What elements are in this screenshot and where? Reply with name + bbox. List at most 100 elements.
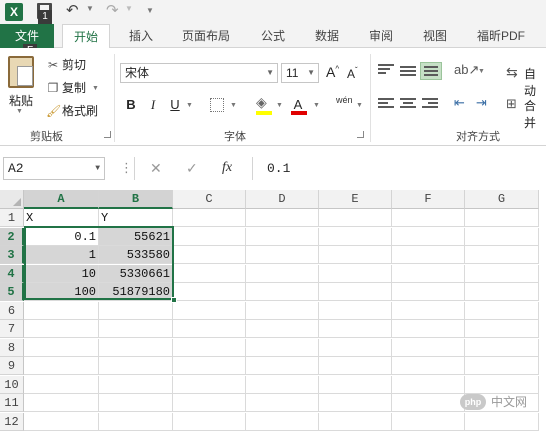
cell-g3[interactable] xyxy=(465,246,539,264)
cell-a2[interactable]: 0.1 xyxy=(24,227,99,246)
cell-c1[interactable] xyxy=(173,209,246,227)
phonetic-guide-button[interactable]: wén xyxy=(336,95,353,105)
paste-button-label[interactable]: 粘贴 xyxy=(9,92,33,109)
orientation-dropdown-icon[interactable]: ▼ xyxy=(478,68,485,75)
cell-c11[interactable] xyxy=(173,394,246,412)
cell-e9[interactable] xyxy=(319,357,392,375)
cell-b2[interactable]: 55621 xyxy=(99,227,173,246)
cell-g9[interactable] xyxy=(465,357,539,375)
cancel-icon[interactable]: ✕ xyxy=(150,158,162,178)
align-bottom-icon[interactable] xyxy=(420,62,442,80)
cell-b8[interactable] xyxy=(99,338,173,357)
cell-f10[interactable] xyxy=(392,375,465,394)
cell-c4[interactable] xyxy=(173,264,246,283)
cell-a7[interactable] xyxy=(24,320,99,338)
cell-a8[interactable] xyxy=(24,338,99,357)
row-header-1[interactable]: 1 xyxy=(0,209,24,227)
cell-f7[interactable] xyxy=(392,320,465,338)
row-header-7[interactable]: 7 xyxy=(0,320,24,338)
align-left-icon[interactable] xyxy=(378,98,394,110)
customize-qat-icon[interactable]: ▼ xyxy=(146,6,154,15)
font-name-combo[interactable]: 宋体 ▼ xyxy=(120,63,278,83)
column-header-c[interactable]: C xyxy=(173,190,246,209)
tab-page-layout[interactable]: 页面布局 xyxy=(172,24,240,48)
font-color-dropdown-icon[interactable]: ▼ xyxy=(313,102,320,109)
cell-f8[interactable] xyxy=(392,338,465,357)
tab-review[interactable]: 审阅 xyxy=(358,24,404,48)
cell-c8[interactable] xyxy=(173,338,246,357)
cell-g2[interactable] xyxy=(465,227,539,246)
column-header-f[interactable]: F xyxy=(392,190,465,209)
font-launcher-icon[interactable] xyxy=(357,131,364,138)
paste-icon[interactable] xyxy=(8,56,34,88)
font-size-combo[interactable]: 11 ▼ xyxy=(281,63,319,83)
row-header-8[interactable]: 8 xyxy=(0,338,24,357)
bold-button[interactable]: B xyxy=(124,96,138,114)
cell-c12[interactable] xyxy=(173,412,246,431)
cell-e7[interactable] xyxy=(319,320,392,338)
cell-f3[interactable] xyxy=(392,246,465,264)
cell-d7[interactable] xyxy=(246,320,319,338)
cell-c10[interactable] xyxy=(173,375,246,394)
cell-e12[interactable] xyxy=(319,412,392,431)
tab-formulas[interactable]: 公式 xyxy=(250,24,296,48)
cell-b1[interactable]: Y xyxy=(99,209,173,227)
cell-c5[interactable] xyxy=(173,283,246,301)
cell-d4[interactable] xyxy=(246,264,319,283)
decrease-indent-icon[interactable]: ⇤ xyxy=(454,95,465,111)
tab-data[interactable]: 数据 xyxy=(304,24,350,48)
cell-d1[interactable] xyxy=(246,209,319,227)
cell-f9[interactable] xyxy=(392,357,465,375)
name-box[interactable]: A2 ▼ xyxy=(3,157,105,180)
align-middle-icon[interactable] xyxy=(400,66,416,78)
cell-a5[interactable]: 100 xyxy=(24,283,99,301)
row-header-9[interactable]: 9 xyxy=(0,357,24,375)
fill-handle[interactable] xyxy=(171,297,177,303)
cell-f2[interactable] xyxy=(392,227,465,246)
row-header-10[interactable]: 10 xyxy=(0,375,24,394)
cell-e11[interactable] xyxy=(319,394,392,412)
cell-e10[interactable] xyxy=(319,375,392,394)
cell-d2[interactable] xyxy=(246,227,319,246)
cell-d5[interactable] xyxy=(246,283,319,301)
cell-e3[interactable] xyxy=(319,246,392,264)
redo-icon[interactable]: ↷ xyxy=(106,2,119,20)
align-top-icon[interactable] xyxy=(378,64,394,76)
cell-d9[interactable] xyxy=(246,357,319,375)
row-header-3[interactable]: 3 xyxy=(0,246,24,264)
cell-a11[interactable] xyxy=(24,394,99,412)
cell-g5[interactable] xyxy=(465,283,539,301)
cell-f12[interactable] xyxy=(392,412,465,431)
copy-button[interactable]: ❐ 复制 ▼ xyxy=(46,79,99,97)
column-header-d[interactable]: D xyxy=(246,190,319,209)
wrap-text-icon[interactable]: ⇆ xyxy=(506,64,518,81)
cell-g7[interactable] xyxy=(465,320,539,338)
cell-a9[interactable] xyxy=(24,357,99,375)
wrap-text-label[interactable]: 自动 xyxy=(524,65,546,99)
fill-color-dropdown-icon[interactable]: ▼ xyxy=(276,102,283,109)
column-header-e[interactable]: E xyxy=(319,190,392,209)
cell-e8[interactable] xyxy=(319,338,392,357)
merge-cells-icon[interactable]: ⊞ xyxy=(506,96,517,112)
phonetic-dropdown-icon[interactable]: ▼ xyxy=(356,102,363,109)
cell-a10[interactable] xyxy=(24,375,99,394)
insert-function-button[interactable]: fx xyxy=(222,157,232,179)
cell-b11[interactable] xyxy=(99,394,173,412)
cell-e4[interactable] xyxy=(319,264,392,283)
cell-g1[interactable] xyxy=(465,209,539,227)
underline-button[interactable]: U xyxy=(168,96,182,114)
cell-e2[interactable] xyxy=(319,227,392,246)
orientation-icon[interactable]: ab↗ xyxy=(454,62,479,78)
cut-button[interactable]: ✂ 剪切 xyxy=(46,56,86,74)
cell-a1[interactable]: X xyxy=(24,209,99,227)
formula-input[interactable]: 0.1 xyxy=(252,157,544,180)
cell-b6[interactable] xyxy=(99,301,173,320)
increase-indent-icon[interactable]: ⇥ xyxy=(476,95,487,111)
select-all-button[interactable] xyxy=(0,190,24,209)
undo-dropdown-icon[interactable]: ▼ xyxy=(86,4,94,13)
cell-d3[interactable] xyxy=(246,246,319,264)
align-center-icon[interactable] xyxy=(400,98,416,110)
cell-f11[interactable] xyxy=(392,394,465,412)
cell-f4[interactable] xyxy=(392,264,465,283)
cell-b3[interactable]: 533580 xyxy=(99,246,173,264)
